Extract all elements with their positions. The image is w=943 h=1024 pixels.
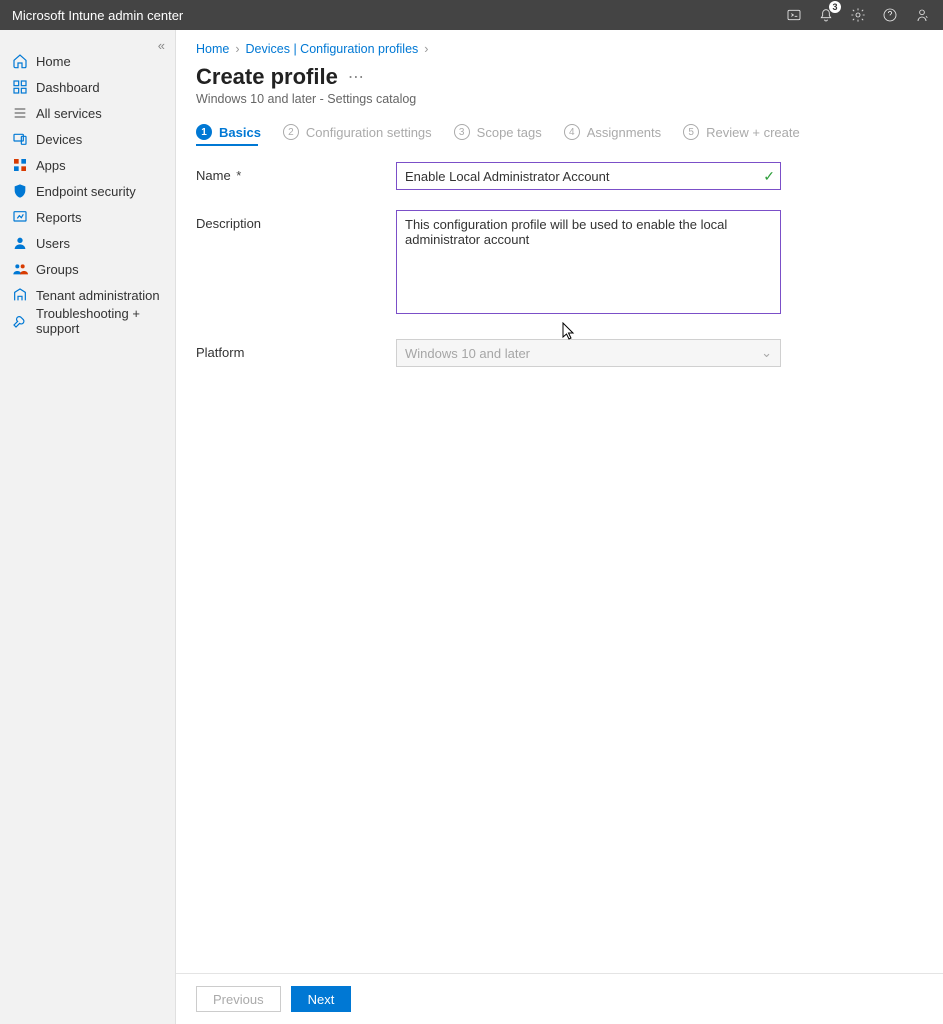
sidebar: « Home Dashboard All services Devices Ap… xyxy=(0,30,176,1024)
app-title: Microsoft Intune admin center xyxy=(12,8,785,23)
main-area: Home › Devices | Configuration profiles … xyxy=(176,30,943,1024)
wizard-step-review[interactable]: 5 Review + create xyxy=(683,124,800,140)
wizard-footer: Previous Next xyxy=(176,973,943,1024)
step-number: 2 xyxy=(283,124,299,140)
sidebar-item-label: Home xyxy=(36,54,71,69)
sidebar-item-all-services[interactable]: All services xyxy=(0,100,175,126)
settings-gear-icon[interactable] xyxy=(849,6,867,24)
wrench-icon xyxy=(12,313,28,329)
step-number: 5 xyxy=(683,124,699,140)
shield-icon xyxy=(12,183,28,199)
wizard-step-basics[interactable]: 1 Basics xyxy=(196,124,261,140)
dashboard-icon xyxy=(12,79,28,95)
notification-badge: 3 xyxy=(829,1,841,13)
feedback-icon[interactable] xyxy=(913,6,931,24)
step-label: Review + create xyxy=(706,125,800,140)
sidebar-item-label: Reports xyxy=(36,210,82,225)
notifications-icon[interactable]: 3 xyxy=(817,6,835,24)
sidebar-item-label: All services xyxy=(36,106,102,121)
platform-value: Windows 10 and later xyxy=(405,346,530,361)
sidebar-item-troubleshooting[interactable]: Troubleshooting + support xyxy=(0,308,175,334)
wizard-steps: 1 Basics 2 Configuration settings 3 Scop… xyxy=(196,124,923,140)
sidebar-item-label: Troubleshooting + support xyxy=(36,306,163,336)
sidebar-item-label: Endpoint security xyxy=(36,184,136,199)
step-number: 3 xyxy=(454,124,470,140)
description-textarea[interactable] xyxy=(396,210,781,314)
sidebar-item-groups[interactable]: Groups xyxy=(0,256,175,282)
breadcrumb-devices[interactable]: Devices | Configuration profiles xyxy=(246,42,419,56)
step-label: Scope tags xyxy=(477,125,542,140)
top-bar: Microsoft Intune admin center 3 xyxy=(0,0,943,30)
users-icon xyxy=(12,235,28,251)
sidebar-item-dashboard[interactable]: Dashboard xyxy=(0,74,175,100)
name-label: Name * xyxy=(196,162,396,183)
valid-check-icon: ✓ xyxy=(763,168,775,185)
step-label: Basics xyxy=(219,125,261,140)
step-label: Assignments xyxy=(587,125,661,140)
sidebar-item-endpoint-security[interactable]: Endpoint security xyxy=(0,178,175,204)
name-input[interactable] xyxy=(396,162,781,190)
sidebar-item-users[interactable]: Users xyxy=(0,230,175,256)
sidebar-item-label: Apps xyxy=(36,158,66,173)
tenant-admin-icon xyxy=(12,287,28,303)
chevron-down-icon: ⌄ xyxy=(761,345,772,361)
chevron-right-icon: › xyxy=(235,42,239,56)
sidebar-item-label: Groups xyxy=(36,262,79,277)
page-subtitle: Windows 10 and later - Settings catalog xyxy=(196,92,923,106)
platform-label: Platform xyxy=(196,339,396,360)
sidebar-item-tenant-admin[interactable]: Tenant administration xyxy=(0,282,175,308)
wizard-step-scope[interactable]: 3 Scope tags xyxy=(454,124,542,140)
sidebar-item-home[interactable]: Home xyxy=(0,48,175,74)
platform-select-disabled: Windows 10 and later ⌄ xyxy=(396,339,781,367)
wizard-active-underline xyxy=(196,144,258,146)
step-number: 1 xyxy=(196,124,212,140)
step-number: 4 xyxy=(564,124,580,140)
page-title: Create profile xyxy=(196,64,338,90)
sidebar-item-label: Devices xyxy=(36,132,82,147)
collapse-sidebar-icon[interactable]: « xyxy=(158,38,165,53)
cloud-shell-icon[interactable] xyxy=(785,6,803,24)
description-label: Description xyxy=(196,210,396,231)
topbar-actions: 3 xyxy=(785,6,931,24)
reports-icon xyxy=(12,209,28,225)
sidebar-item-apps[interactable]: Apps xyxy=(0,152,175,178)
devices-icon xyxy=(12,131,28,147)
wizard-step-config[interactable]: 2 Configuration settings xyxy=(283,124,432,140)
apps-icon xyxy=(12,157,28,173)
sidebar-item-devices[interactable]: Devices xyxy=(0,126,175,152)
sidebar-item-label: Users xyxy=(36,236,70,251)
help-icon[interactable] xyxy=(881,6,899,24)
sidebar-item-reports[interactable]: Reports xyxy=(0,204,175,230)
home-icon xyxy=(12,53,28,69)
all-services-icon xyxy=(12,105,28,121)
create-profile-form: Name * ✓ Description Platform xyxy=(196,162,923,367)
sidebar-item-label: Dashboard xyxy=(36,80,100,95)
step-label: Configuration settings xyxy=(306,125,432,140)
more-options-icon[interactable]: ⋯ xyxy=(348,67,365,87)
breadcrumb-home[interactable]: Home xyxy=(196,42,229,56)
wizard-step-assignments[interactable]: 4 Assignments xyxy=(564,124,661,140)
sidebar-item-label: Tenant administration xyxy=(36,288,160,303)
groups-icon xyxy=(12,261,28,277)
previous-button: Previous xyxy=(196,986,281,1012)
chevron-right-icon: › xyxy=(424,42,428,56)
breadcrumb: Home › Devices | Configuration profiles … xyxy=(196,42,923,56)
next-button[interactable]: Next xyxy=(291,986,352,1012)
